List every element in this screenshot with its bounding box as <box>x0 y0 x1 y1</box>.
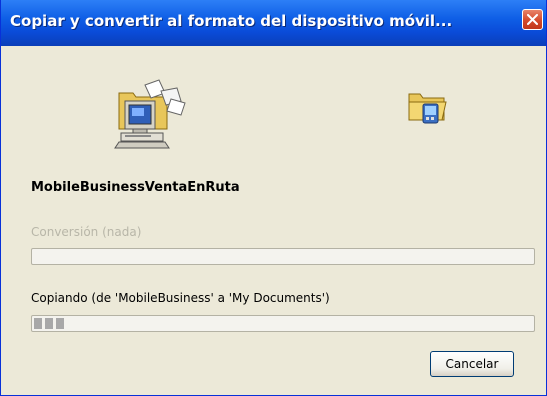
conversion-label: Conversión (nada) <box>31 225 142 239</box>
copy-progress-bar <box>31 315 535 332</box>
dialog-body: MobileBusinessVentaEnRuta Conversión (na… <box>6 46 542 391</box>
cancel-button[interactable]: Cancelar <box>430 351 514 377</box>
close-button[interactable] <box>522 9 543 30</box>
close-icon <box>527 14 538 25</box>
mobile-device-folder-icon <box>408 93 447 124</box>
conversion-progress-bar <box>31 248 535 265</box>
window-title: Copiar y convertir al formato del dispos… <box>10 12 453 30</box>
copy-status-label: Copiando (de 'MobileBusiness' a 'My Docu… <box>31 291 330 305</box>
desktop-computer-icon <box>114 79 186 149</box>
title-bar[interactable]: Copiar y convertir al formato del dispos… <box>1 0 546 46</box>
copy-progress-fill <box>34 318 64 329</box>
file-name: MobileBusinessVentaEnRuta <box>31 180 240 195</box>
dialog-window: Copiar y convertir al formato del dispos… <box>0 0 547 396</box>
